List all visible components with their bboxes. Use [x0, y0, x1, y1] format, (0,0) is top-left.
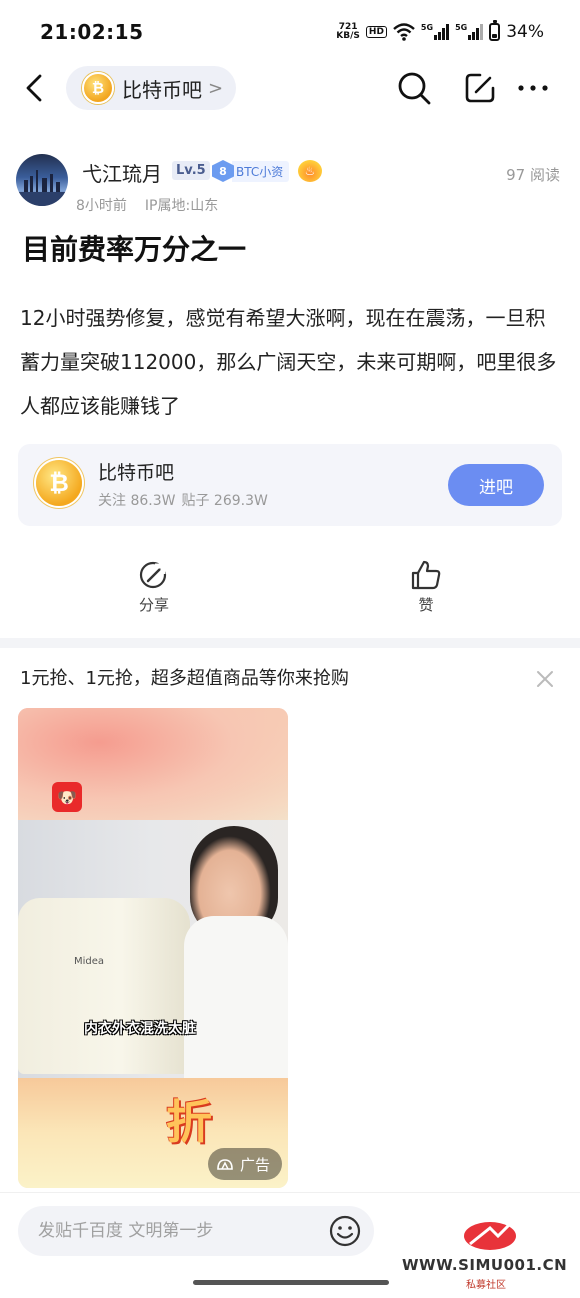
ip-location: IP属地:山东	[144, 198, 219, 214]
home-indicator	[193, 1280, 389, 1285]
watermark-url: WWW.SIMU001.CN	[402, 1256, 568, 1274]
search-icon	[398, 72, 431, 105]
hd-icon: HD	[365, 26, 387, 38]
sim1-label: 5G	[420, 23, 434, 32]
ad-card[interactable]: 🐶 Midea 内衣外衣混洗太脏 折 广告	[18, 708, 288, 1188]
like-button[interactable]: 赞	[396, 558, 456, 615]
post-meta: 8小时前 IP属地:山东	[76, 195, 218, 215]
avatar-image	[16, 170, 68, 206]
forum-posts: 贴子 269.3W	[181, 493, 268, 509]
search-button[interactable]	[394, 68, 434, 108]
brand-text: Midea	[74, 956, 105, 967]
forum-card-name: 比特币吧	[98, 462, 175, 484]
close-icon	[537, 671, 553, 687]
read-count: 97 阅读	[506, 166, 560, 184]
battery-percent: 34%	[506, 22, 544, 42]
discount-badge: 折	[166, 1095, 212, 1149]
more-icon	[518, 85, 548, 91]
back-arrow-icon	[26, 74, 42, 102]
edit-icon	[465, 73, 495, 103]
rank-label: BTC小资	[232, 160, 290, 182]
battery-icon	[489, 20, 501, 41]
forum-card-stats: 关注 86.3W 贴子 269.3W	[98, 490, 268, 510]
share-button[interactable]: 分享	[124, 558, 184, 615]
post-title: 目前费率万分之一	[22, 233, 247, 266]
fire-badge-icon: ♨	[298, 160, 322, 182]
watermark-sub: 私募社区	[466, 1280, 506, 1291]
ad-photo: Midea 内衣外衣混洗太脏	[18, 820, 288, 1078]
share-icon	[139, 561, 167, 589]
like-label: 赞	[418, 596, 434, 614]
wifi-icon	[393, 23, 415, 41]
forum-nav-name: 比特币吧	[122, 77, 202, 102]
watermark-logo-icon	[464, 1216, 518, 1250]
compose-button[interactable]	[460, 68, 500, 108]
share-label: 分享	[138, 596, 169, 614]
ad-close-button[interactable]	[534, 668, 556, 690]
comment-input[interactable]	[18, 1206, 374, 1256]
emoji-button[interactable]	[328, 1214, 362, 1248]
washer-image: Midea	[18, 898, 190, 1074]
forum-bitcoin-icon: ₿	[36, 460, 82, 506]
ad-label[interactable]: 广告	[208, 1148, 283, 1180]
back-button[interactable]	[18, 70, 54, 106]
net-speed-unit: KB/S	[336, 31, 360, 41]
bitcoin-icon: ₿	[82, 72, 114, 104]
author-avatar[interactable]	[16, 154, 68, 206]
forum-followers: 关注 86.3W	[98, 493, 176, 509]
forum-nav-pill[interactable]: ₿ 比特币吧 >	[66, 66, 236, 110]
post-time: 8小时前	[76, 198, 127, 214]
emoji-icon	[329, 1215, 361, 1247]
more-button[interactable]	[514, 68, 554, 108]
signal-icon-sim2: 5G	[455, 23, 484, 40]
thumbs-up-icon	[411, 560, 441, 590]
rank-badge: 8 BTC小资	[212, 160, 290, 182]
chevron-right-icon: >	[208, 77, 224, 99]
status-icons: 721 KB/S HD 5G 5G 34%	[336, 20, 544, 42]
author-name[interactable]: 弋江琉月	[82, 158, 162, 187]
post-body: 12小时强势修复，感觉有希望大涨啊，现在在震荡，一旦积蓄力量突破112000，那…	[20, 306, 557, 418]
status-time: 21:02:15	[40, 20, 144, 44]
jd-logo-icon: 🐶	[52, 782, 82, 812]
model-body	[184, 916, 288, 1078]
net-speed: 721 KB/S	[336, 23, 360, 41]
sim2-label: 5G	[455, 23, 468, 32]
ad-tag-text: 广告	[240, 1155, 271, 1174]
ad-title[interactable]: 1元抢、1元抢，超多超值商品等你来抢购	[20, 664, 349, 690]
level-badge: Lv.5	[172, 161, 210, 180]
join-forum-button[interactable]: 进吧	[448, 464, 544, 506]
rank-hex-icon: 8	[212, 160, 234, 182]
watermark: WWW.SIMU001.CN 私募社区	[402, 1212, 574, 1292]
ad-caption: 内衣外衣混洗太脏	[84, 1021, 196, 1037]
ad-tag-icon	[217, 1159, 233, 1170]
section-divider	[0, 638, 580, 648]
signal-icon-sim1: 5G	[420, 23, 450, 40]
